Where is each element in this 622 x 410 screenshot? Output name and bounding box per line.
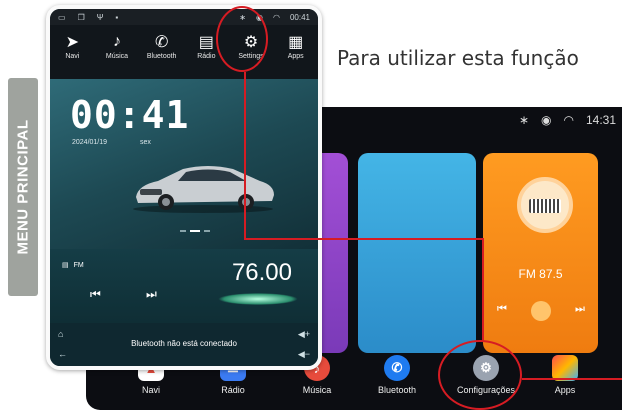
car-image [133,166,274,213]
screen2-status-bar: ∗ ◉ ◠ 14:31 [519,113,616,127]
menu-item-navi[interactable]: ➤ Navi [50,25,95,79]
wifi-icon: ◠ [563,113,574,127]
radio-dial-icon [517,177,573,233]
menu-item-musica[interactable]: ♪ Música [95,25,140,79]
bluetooth-status-icon: ∗ [518,113,529,127]
location-icon: ◉ [541,113,552,127]
radio-card-next-icon[interactable]: ⏭ [575,303,585,316]
radio-frequency: 76.00 [231,259,292,286]
configuracoes-highlight-ring [438,340,522,410]
home-icon[interactable]: ▭ [58,13,66,22]
radio-small-icon: ▤ [62,262,69,269]
frequency-glow [218,293,298,305]
menu-item-bluetooth[interactable]: ✆ Bluetooth [139,25,184,79]
menu-item-label: Navi [65,53,80,60]
usb-icon: Ψ [96,12,104,22]
menu-item-label: Bluetooth [146,53,177,60]
connector-line-3 [482,238,484,342]
clock-time: 00:41 [70,93,190,137]
phone-status-bar: ▭ ❐ Ψ ▪ ∗ ◉ ◠ 00:41 [50,9,318,25]
radio-card[interactable]: FM 87.5 ⏮ ⏭ [483,153,598,353]
radio-band-label: FM [73,261,84,269]
back-button-icon[interactable]: ← [58,349,67,359]
menu-item-apps[interactable]: ▦ Apps [273,25,318,79]
dock-navi-label: Navi [141,385,160,395]
connector-line-2 [244,238,484,240]
dock-bluetooth-label: Bluetooth [377,385,417,395]
apps-grid-icon: ▦ [288,34,304,51]
wifi-icon: ◠ [272,12,280,22]
menu-item-label: Música [105,53,129,60]
recent-apps-icon[interactable]: ❐ [78,13,85,22]
settings-highlight-ring [216,6,268,72]
screen2-time: 14:31 [585,113,616,127]
top-menu: ➤ Navi ♪ Música ✆ Bluetooth ▤ Rádio ⚙ Se… [50,25,318,79]
radio-card-prev-icon[interactable]: ⏮ [497,303,507,316]
dock-music-label: Música [302,385,332,395]
phone-icon: ✆ [154,34,169,51]
clock-date: 2024/01/19 [72,139,108,146]
main-menu-tag: MENU PRINCIPAL [8,78,38,296]
sd-card-icon: ▪ [115,12,119,22]
headline: Para utilizar esta função [337,46,579,70]
radio-widget[interactable]: ▤ FM ⏮ ⏭ 76.00 [50,249,318,323]
dock-radio-label: Rádio [221,385,245,395]
bottom-bar: ⌂ ← ◀+ ◀− Bluetooth não está conectado [50,323,318,366]
radio-band: ▤ FM [62,261,84,270]
phone-time: 00:41 [289,12,310,22]
clock-widget[interactable]: 00:41 2024/01/19 sex [50,79,318,249]
connector-line-1 [244,72,246,240]
music-note-icon: ♪ [113,33,121,50]
dock-apps-label: Apps [554,385,576,395]
menu-item-label: Apps [287,53,304,60]
main-menu-tag-label: MENU PRINCIPAL [14,119,32,255]
radio-card-frequency: FM 87.5 [518,267,563,281]
menu-item-label: Rádio [197,53,216,60]
head-unit-screen-1: ▭ ❐ Ψ ▪ ∗ ◉ ◠ 00:41 ➤ Navi ♪ Música ✆ Bl… [46,5,322,370]
radio-card-play-button[interactable] [531,301,551,321]
page-indicator [180,230,210,232]
navigation-arrow-icon: ➤ [65,34,80,51]
previous-icon[interactable]: ⏮ [90,287,101,302]
connector-line-4 [522,378,622,380]
dock-apps[interactable]: Apps [530,355,600,395]
volume-down-icon[interactable]: ◀− [298,349,310,360]
bluetooth-status-text: Bluetooth não está conectado [131,339,237,348]
bluetooth-phone-app-icon: ✆ [384,355,410,381]
dock-bluetooth[interactable]: ✆ Bluetooth [362,355,432,395]
navigation-card[interactable] [358,153,476,353]
next-icon[interactable]: ⏭ [146,287,157,302]
home-button-icon[interactable]: ⌂ [58,329,63,339]
clock-weekday: sex [140,139,151,146]
